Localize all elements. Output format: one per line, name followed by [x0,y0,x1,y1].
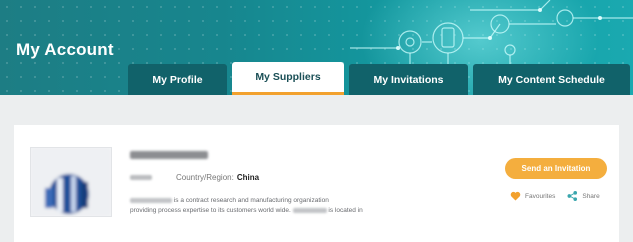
company-name-inline-redacted-2 [292,207,327,213]
share-label: Share [582,192,600,200]
share-icon [567,191,578,201]
card-actions: Favourites Share [510,191,600,201]
favourites-action[interactable]: Favourites [510,191,555,201]
company-name-redacted[interactable] [130,151,208,159]
tab-my-profile[interactable]: My Profile [128,64,227,95]
country-value: China [236,173,260,182]
company-meta: Country/Region: China [130,173,259,182]
page-title: My Account [16,40,114,59]
company-name-inline-redacted [130,197,172,203]
description-text-3: is located in [328,207,363,214]
tab-my-content-schedule[interactable]: My Content Schedule [473,64,630,95]
send-invitation-button[interactable]: Send an Invitation [505,158,607,179]
supplier-card: Country/Region: China is a contract rese… [14,125,619,242]
tab-my-suppliers[interactable]: My Suppliers [232,62,344,95]
company-type-redacted [130,175,152,180]
description-text-1: is a contract research and manufacturing… [173,197,329,204]
company-logo-graphic [31,148,111,216]
account-tabs: My Profile My Suppliers My Invitations M… [0,62,633,95]
company-description: is a contract research and manufacturing… [130,196,430,216]
company-logo[interactable] [30,147,112,217]
tab-my-invitations[interactable]: My Invitations [349,64,468,95]
country-label: Country/Region: [176,173,234,182]
favourites-label: Favourites [525,192,556,200]
description-text-2: providing process expertise to its custo… [130,207,291,214]
header-banner: My Account My Profile My Suppliers My In… [0,0,633,95]
share-action[interactable]: Share [567,191,600,201]
heart-icon [510,191,521,201]
circuit-graphic [350,0,633,70]
